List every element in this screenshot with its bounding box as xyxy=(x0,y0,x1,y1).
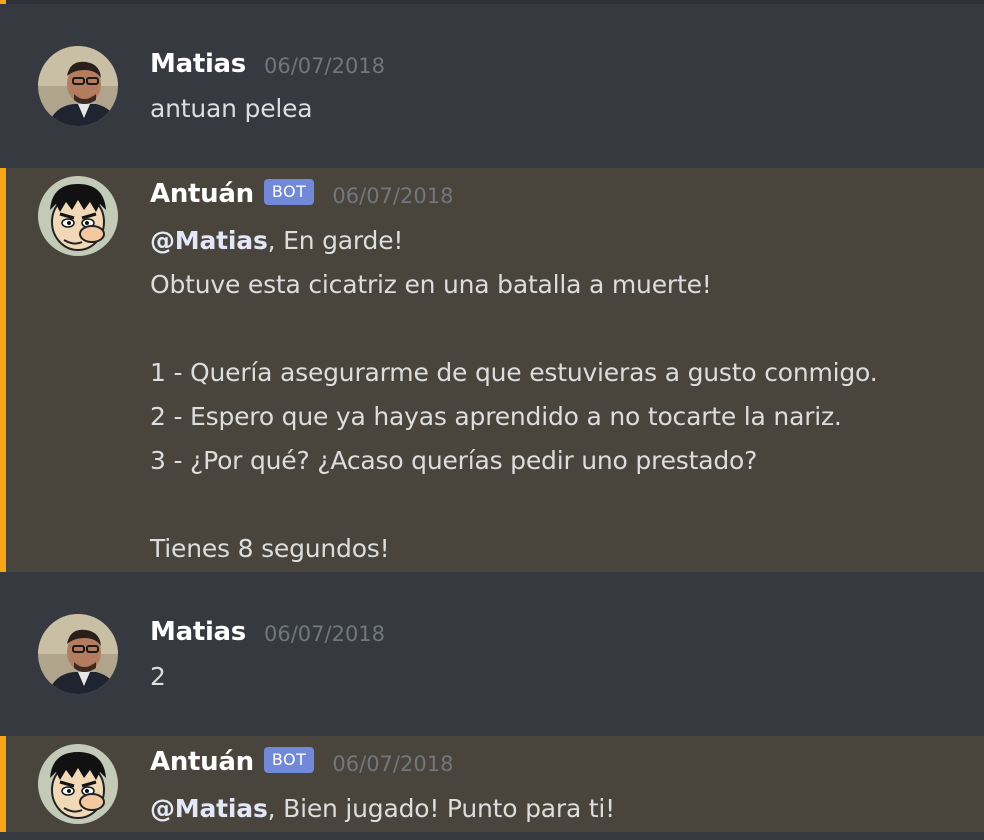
message-header: Antuán BOT 06/07/2018 xyxy=(150,744,453,780)
message-matias-2[interactable]: Matias 06/07/2018 2 xyxy=(0,572,984,736)
username[interactable]: Antuán xyxy=(150,747,254,777)
antuan-avatar-icon xyxy=(38,176,118,256)
timestamp[interactable]: 06/07/2018 xyxy=(264,54,385,78)
avatar[interactable] xyxy=(38,176,118,256)
message-line: @Matias, En garde! xyxy=(150,219,970,263)
message-header: Matias 06/07/2018 xyxy=(150,614,385,650)
message-line: Obtuve esta cicatriz en una batalla a mu… xyxy=(150,270,712,299)
username[interactable]: Matias xyxy=(150,617,246,647)
message-matias-1[interactable]: Matias 06/07/2018 antuan pelea xyxy=(0,4,984,168)
matias-avatar-icon xyxy=(38,46,118,126)
matias-avatar-icon xyxy=(38,614,118,694)
message-line-blank xyxy=(150,307,970,351)
message-content: antuan pelea xyxy=(150,87,970,131)
message-content: @Matias, Bien jugado! Punto para ti! xyxy=(150,787,970,831)
user-mention[interactable]: @Matias xyxy=(150,226,268,255)
avatar[interactable] xyxy=(38,744,118,824)
timestamp[interactable]: 06/07/2018 xyxy=(332,752,453,776)
avatar[interactable] xyxy=(38,46,118,126)
message-header: Matias 06/07/2018 xyxy=(150,46,385,82)
username[interactable]: Matias xyxy=(150,49,246,79)
message-line: Tienes 8 segundos! xyxy=(150,534,390,563)
message-line: 1 - Quería asegurarme de que estuvieras … xyxy=(150,358,878,387)
message-text: , En garde! xyxy=(267,226,404,255)
message-line: 2 - Espero que ya hayas aprendido a no t… xyxy=(150,402,842,431)
bot-tag: BOT xyxy=(263,179,315,205)
message-content: @Matias, En garde! Obtuve esta cicatriz … xyxy=(150,219,970,571)
timestamp[interactable]: 06/07/2018 xyxy=(264,622,385,646)
avatar[interactable] xyxy=(38,614,118,694)
message-text: , Bien jugado! Punto para ti! xyxy=(267,794,616,823)
message-line: @Matias, Bien jugado! Punto para ti! xyxy=(150,787,970,831)
timestamp[interactable]: 06/07/2018 xyxy=(332,184,453,208)
message-content: 2 xyxy=(150,655,970,699)
bot-tag: BOT xyxy=(263,747,315,773)
message-line-blank xyxy=(150,483,970,527)
username[interactable]: Antuán xyxy=(150,179,254,209)
message-line: antuan pelea xyxy=(150,94,313,123)
user-mention[interactable]: @Matias xyxy=(150,794,268,823)
message-line: 2 xyxy=(150,662,166,691)
message-line: 3 - ¿Por qué? ¿Acaso querías pedir uno p… xyxy=(150,446,758,475)
message-header: Antuán BOT 06/07/2018 xyxy=(150,176,453,212)
antuan-avatar-icon xyxy=(38,744,118,824)
message-antuan-1[interactable]: Antuán BOT 06/07/2018 @Matias, En garde!… xyxy=(0,168,984,572)
chat-messages: Matias 06/07/2018 antuan pelea Antuán BO… xyxy=(0,0,984,840)
message-antuan-2[interactable]: Antuán BOT 06/07/2018 @Matias, Bien juga… xyxy=(0,736,984,832)
